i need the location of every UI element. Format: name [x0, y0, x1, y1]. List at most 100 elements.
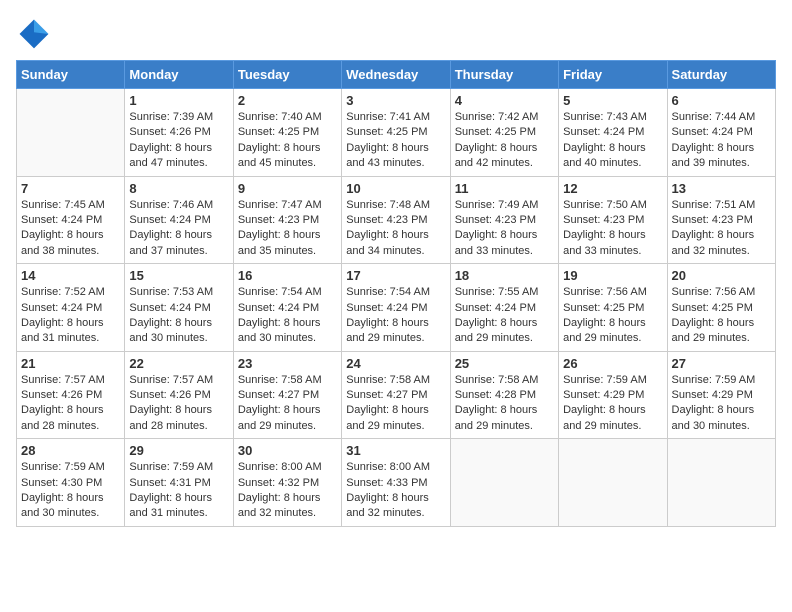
sunrise-text: Sunrise: 7:52 AM [21, 286, 105, 298]
calendar-cell: 8 Sunrise: 7:46 AM Sunset: 4:24 PM Dayli… [125, 176, 233, 264]
sunrise-text: Sunrise: 8:00 AM [238, 461, 322, 473]
sunrise-text: Sunrise: 7:59 AM [129, 461, 213, 473]
day-info: Sunrise: 7:54 AM Sunset: 4:24 PM Dayligh… [238, 285, 337, 347]
daylight-text: Daylight: 8 hours and 29 minutes. [563, 404, 646, 431]
day-number: 4 [455, 93, 554, 108]
daylight-text: Daylight: 8 hours and 37 minutes. [129, 229, 212, 256]
daylight-text: Daylight: 8 hours and 30 minutes. [672, 404, 755, 431]
calendar-cell: 24 Sunrise: 7:58 AM Sunset: 4:27 PM Dayl… [342, 351, 450, 439]
sunset-text: Sunset: 4:25 PM [455, 126, 536, 138]
day-number: 31 [346, 443, 445, 458]
day-info: Sunrise: 7:43 AM Sunset: 4:24 PM Dayligh… [563, 110, 662, 172]
sunset-text: Sunset: 4:25 PM [346, 126, 427, 138]
sunrise-text: Sunrise: 7:49 AM [455, 199, 539, 211]
sunrise-text: Sunrise: 7:58 AM [346, 374, 430, 386]
sunset-text: Sunset: 4:29 PM [672, 389, 753, 401]
calendar-cell [667, 439, 775, 527]
sunset-text: Sunset: 4:26 PM [21, 389, 102, 401]
day-info: Sunrise: 7:54 AM Sunset: 4:24 PM Dayligh… [346, 285, 445, 347]
sunset-text: Sunset: 4:24 PM [21, 214, 102, 226]
sunrise-text: Sunrise: 7:39 AM [129, 111, 213, 123]
sunrise-text: Sunrise: 7:48 AM [346, 199, 430, 211]
day-info: Sunrise: 7:53 AM Sunset: 4:24 PM Dayligh… [129, 285, 228, 347]
sunset-text: Sunset: 4:24 PM [129, 302, 210, 314]
sunrise-text: Sunrise: 7:42 AM [455, 111, 539, 123]
calendar-cell: 9 Sunrise: 7:47 AM Sunset: 4:23 PM Dayli… [233, 176, 341, 264]
daylight-text: Daylight: 8 hours and 39 minutes. [672, 142, 755, 169]
sunrise-text: Sunrise: 7:53 AM [129, 286, 213, 298]
calendar-cell: 20 Sunrise: 7:56 AM Sunset: 4:25 PM Dayl… [667, 264, 775, 352]
day-info: Sunrise: 7:47 AM Sunset: 4:23 PM Dayligh… [238, 198, 337, 260]
daylight-text: Daylight: 8 hours and 34 minutes. [346, 229, 429, 256]
calendar-cell: 18 Sunrise: 7:55 AM Sunset: 4:24 PM Dayl… [450, 264, 558, 352]
sunrise-text: Sunrise: 7:44 AM [672, 111, 756, 123]
sunrise-text: Sunrise: 7:59 AM [563, 374, 647, 386]
daylight-text: Daylight: 8 hours and 29 minutes. [563, 317, 646, 344]
day-info: Sunrise: 8:00 AM Sunset: 4:33 PM Dayligh… [346, 460, 445, 522]
logo [16, 16, 56, 52]
daylight-text: Daylight: 8 hours and 29 minutes. [455, 317, 538, 344]
calendar-cell: 27 Sunrise: 7:59 AM Sunset: 4:29 PM Dayl… [667, 351, 775, 439]
daylight-text: Daylight: 8 hours and 33 minutes. [563, 229, 646, 256]
day-number: 15 [129, 268, 228, 283]
calendar-cell: 29 Sunrise: 7:59 AM Sunset: 4:31 PM Dayl… [125, 439, 233, 527]
day-info: Sunrise: 7:58 AM Sunset: 4:27 PM Dayligh… [238, 373, 337, 435]
day-number: 11 [455, 181, 554, 196]
calendar-cell: 4 Sunrise: 7:42 AM Sunset: 4:25 PM Dayli… [450, 89, 558, 177]
calendar-table: SundayMondayTuesdayWednesdayThursdayFrid… [16, 60, 776, 527]
calendar-cell: 16 Sunrise: 7:54 AM Sunset: 4:24 PM Dayl… [233, 264, 341, 352]
daylight-text: Daylight: 8 hours and 42 minutes. [455, 142, 538, 169]
day-info: Sunrise: 7:59 AM Sunset: 4:30 PM Dayligh… [21, 460, 120, 522]
calendar-cell: 10 Sunrise: 7:48 AM Sunset: 4:23 PM Dayl… [342, 176, 450, 264]
calendar-cell: 21 Sunrise: 7:57 AM Sunset: 4:26 PM Dayl… [17, 351, 125, 439]
day-number: 9 [238, 181, 337, 196]
daylight-text: Daylight: 8 hours and 35 minutes. [238, 229, 321, 256]
day-number: 12 [563, 181, 662, 196]
day-info: Sunrise: 8:00 AM Sunset: 4:32 PM Dayligh… [238, 460, 337, 522]
calendar-cell: 13 Sunrise: 7:51 AM Sunset: 4:23 PM Dayl… [667, 176, 775, 264]
sunrise-text: Sunrise: 7:54 AM [346, 286, 430, 298]
day-number: 7 [21, 181, 120, 196]
sunrise-text: Sunrise: 7:56 AM [563, 286, 647, 298]
day-number: 23 [238, 356, 337, 371]
calendar-cell: 23 Sunrise: 7:58 AM Sunset: 4:27 PM Dayl… [233, 351, 341, 439]
daylight-text: Daylight: 8 hours and 31 minutes. [21, 317, 104, 344]
day-number: 22 [129, 356, 228, 371]
page-header [16, 16, 776, 52]
weekday-header: Friday [559, 61, 667, 89]
calendar-cell: 3 Sunrise: 7:41 AM Sunset: 4:25 PM Dayli… [342, 89, 450, 177]
day-number: 30 [238, 443, 337, 458]
calendar-cell: 12 Sunrise: 7:50 AM Sunset: 4:23 PM Dayl… [559, 176, 667, 264]
sunset-text: Sunset: 4:32 PM [238, 477, 319, 489]
sunset-text: Sunset: 4:23 PM [672, 214, 753, 226]
day-number: 25 [455, 356, 554, 371]
weekday-header: Monday [125, 61, 233, 89]
daylight-text: Daylight: 8 hours and 45 minutes. [238, 142, 321, 169]
daylight-text: Daylight: 8 hours and 33 minutes. [455, 229, 538, 256]
day-number: 5 [563, 93, 662, 108]
daylight-text: Daylight: 8 hours and 30 minutes. [129, 317, 212, 344]
day-number: 28 [21, 443, 120, 458]
calendar-cell: 15 Sunrise: 7:53 AM Sunset: 4:24 PM Dayl… [125, 264, 233, 352]
weekday-header: Saturday [667, 61, 775, 89]
daylight-text: Daylight: 8 hours and 47 minutes. [129, 142, 212, 169]
daylight-text: Daylight: 8 hours and 30 minutes. [21, 492, 104, 519]
sunrise-text: Sunrise: 7:55 AM [455, 286, 539, 298]
sunrise-text: Sunrise: 7:43 AM [563, 111, 647, 123]
day-info: Sunrise: 7:48 AM Sunset: 4:23 PM Dayligh… [346, 198, 445, 260]
sunrise-text: Sunrise: 7:40 AM [238, 111, 322, 123]
daylight-text: Daylight: 8 hours and 30 minutes. [238, 317, 321, 344]
calendar-cell: 22 Sunrise: 7:57 AM Sunset: 4:26 PM Dayl… [125, 351, 233, 439]
day-info: Sunrise: 7:41 AM Sunset: 4:25 PM Dayligh… [346, 110, 445, 172]
sunrise-text: Sunrise: 7:58 AM [455, 374, 539, 386]
daylight-text: Daylight: 8 hours and 32 minutes. [238, 492, 321, 519]
sunset-text: Sunset: 4:23 PM [346, 214, 427, 226]
day-number: 24 [346, 356, 445, 371]
day-number: 1 [129, 93, 228, 108]
calendar-cell: 1 Sunrise: 7:39 AM Sunset: 4:26 PM Dayli… [125, 89, 233, 177]
calendar-cell: 6 Sunrise: 7:44 AM Sunset: 4:24 PM Dayli… [667, 89, 775, 177]
sunrise-text: Sunrise: 7:59 AM [672, 374, 756, 386]
day-info: Sunrise: 7:59 AM Sunset: 4:29 PM Dayligh… [672, 373, 771, 435]
sunrise-text: Sunrise: 7:47 AM [238, 199, 322, 211]
day-number: 21 [21, 356, 120, 371]
